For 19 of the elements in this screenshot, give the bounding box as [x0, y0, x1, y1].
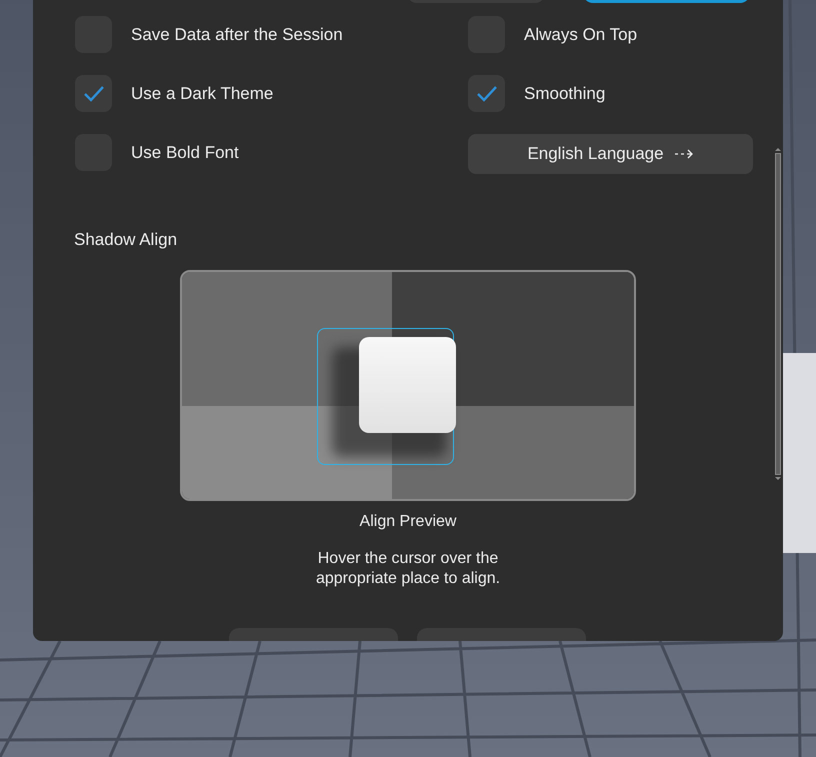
- section-title: Shadow Align: [74, 230, 178, 250]
- language-button[interactable]: English Language: [468, 134, 753, 174]
- checkbox[interactable]: [468, 75, 505, 112]
- option-label: Smoothing: [524, 84, 606, 104]
- align-preview[interactable]: [180, 270, 636, 501]
- checkmark-icon: [82, 84, 104, 102]
- option-label: Use a Dark Theme: [131, 84, 274, 104]
- option-label: Save Data after the Session: [131, 24, 343, 44]
- preview-caption: Align Preview: [358, 513, 458, 531]
- checkbox[interactable]: [75, 75, 112, 112]
- hint-text: Hover the cursor over the appropriate place to align.: [314, 549, 502, 589]
- preview-zone[interactable]: [182, 406, 392, 499]
- scrollbar[interactable]: [775, 148, 781, 480]
- option-label: Use Bold Font: [131, 142, 239, 162]
- preview-zone[interactable]: [182, 272, 392, 406]
- preview-zone[interactable]: [392, 406, 634, 499]
- arrow-icon: [674, 149, 694, 159]
- checkmark-icon: [476, 84, 498, 102]
- option-label: Always On Top: [524, 24, 638, 44]
